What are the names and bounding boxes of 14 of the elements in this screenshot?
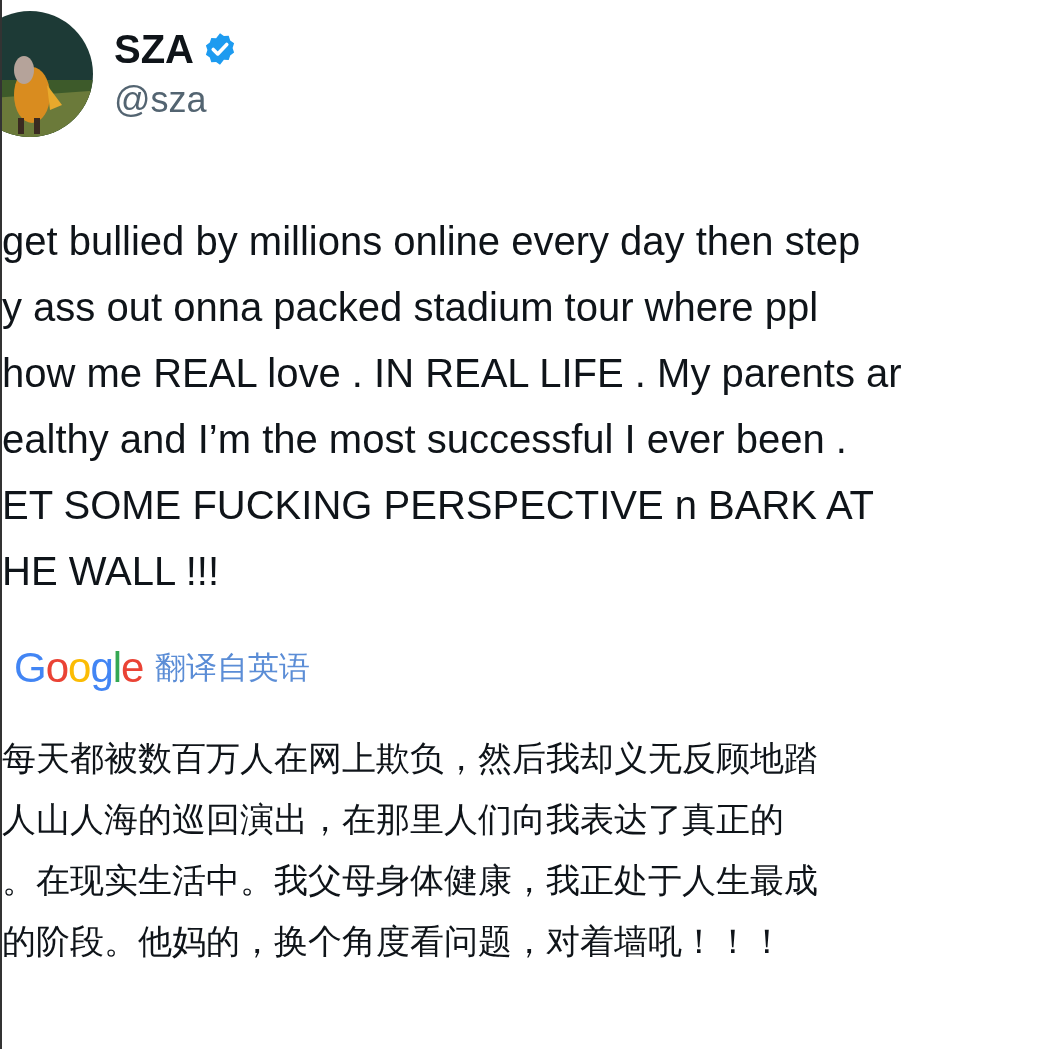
tweet-text-line: ealthy and I’m the most successful I ever been . [2,416,847,463]
google-logo: Google [14,643,144,693]
translated-text-line: 人山人海的巡回演出，在那里人们向我表达了真正的 [2,798,784,841]
translated-text-line: 的阶段。他妈的，换个角度看问题，对着墙吼！！！ [2,920,784,963]
translated-text-line: 每天都被数百万人在网上欺负，然后我却义无反顾地踏 [2,737,818,780]
translated-text-line: 。在现实生活中。我父母身体健康，我正处于人生最成 [2,859,818,902]
tweet-text-line: ET SOME FUCKING PERSPECTIVE n BARK AT [2,482,875,529]
translation-label[interactable]: 翻译自英语 [155,648,311,688]
tweet-text-line: how me REAL love . IN REAL LIFE . My parents ar [2,350,902,397]
author-handle[interactable]: @sza [114,77,238,123]
tweet-text-line: y ass out onna packed stadium tour where ppl [2,284,819,331]
tweet-text-line: HE WALL !!! [2,548,220,595]
tweet-text-line: get bullied by millions online every day then step [2,218,861,265]
author-name[interactable]: SZA [114,25,194,73]
